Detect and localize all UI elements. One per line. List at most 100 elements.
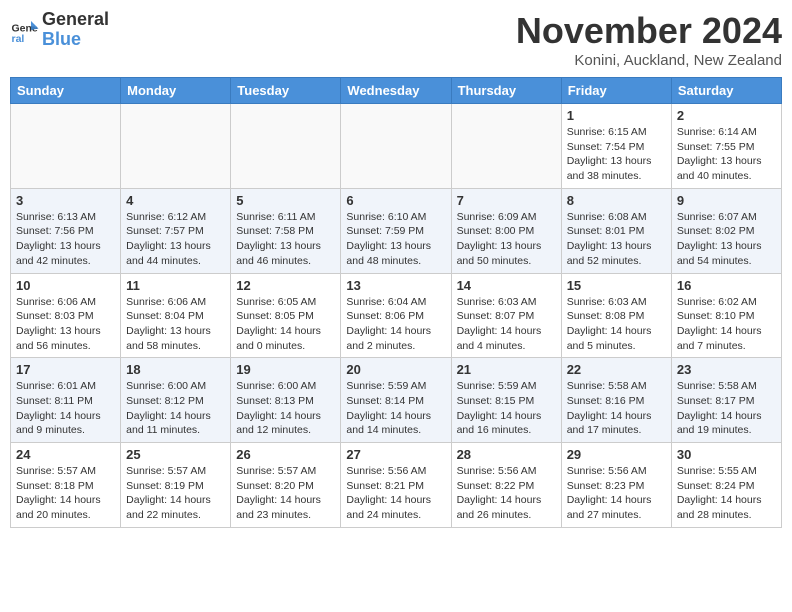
calendar-cell xyxy=(341,104,451,189)
day-info: Sunrise: 6:07 AMSunset: 8:02 PMDaylight:… xyxy=(677,210,776,269)
calendar-cell: 5 Sunrise: 6:11 AMSunset: 7:58 PMDaylight… xyxy=(231,188,341,273)
calendar-cell: 21Sunrise: 5:59 AMSunset: 8:15 PMDayligh… xyxy=(451,358,561,443)
day-info: Sunrise: 6:11 AMSunset: 7:58 PMDaylight:… xyxy=(236,210,335,269)
day-info: Sunrise: 6:13 AMSunset: 7:56 PMDaylight:… xyxy=(16,210,115,269)
col-header-friday: Friday xyxy=(561,78,671,104)
calendar-cell: 18Sunrise: 6:00 AMSunset: 8:12 PMDayligh… xyxy=(121,358,231,443)
calendar-cell: 7 Sunrise: 6:09 AMSunset: 8:00 PMDaylight… xyxy=(451,188,561,273)
day-info: Sunrise: 6:15 AMSunset: 7:54 PMDaylight:… xyxy=(567,125,666,184)
col-header-tuesday: Tuesday xyxy=(231,78,341,104)
col-header-sunday: Sunday xyxy=(11,78,121,104)
day-info: Sunrise: 6:05 AMSunset: 8:05 PMDaylight:… xyxy=(236,295,335,354)
day-number: 5 xyxy=(236,193,335,208)
day-number: 30 xyxy=(677,447,776,462)
calendar-header-row: SundayMondayTuesdayWednesdayThursdayFrid… xyxy=(11,78,782,104)
calendar-cell: 2 Sunrise: 6:14 AMSunset: 7:55 PMDaylight… xyxy=(671,104,781,189)
calendar-cell: 24 Sunrise: 5:57 AMSunset: 8:18 PMDayligh… xyxy=(11,443,121,528)
day-info: Sunrise: 5:58 AMSunset: 8:16 PMDaylight:… xyxy=(567,379,666,438)
day-number: 16 xyxy=(677,278,776,293)
svg-text:ral: ral xyxy=(12,33,25,45)
day-number: 26 xyxy=(236,447,335,462)
day-number: 18 xyxy=(126,362,225,377)
day-info: Sunrise: 6:10 AMSunset: 7:59 PMDaylight:… xyxy=(346,210,445,269)
day-number: 15 xyxy=(567,278,666,293)
day-info: Sunrise: 6:03 AMSunset: 8:07 PMDaylight:… xyxy=(457,295,556,354)
calendar-cell xyxy=(231,104,341,189)
calendar-cell: 16 Sunrise: 6:02 AMSunset: 8:10 PMDayligh… xyxy=(671,273,781,358)
calendar-cell: 19 Sunrise: 6:00 AMSunset: 8:13 PMDayligh… xyxy=(231,358,341,443)
day-info: Sunrise: 6:08 AMSunset: 8:01 PMDaylight:… xyxy=(567,210,666,269)
logo-general: General xyxy=(42,10,109,30)
day-number: 11 xyxy=(126,278,225,293)
day-info: Sunrise: 6:01 AMSunset: 8:11 PMDaylight:… xyxy=(16,379,115,438)
day-info: Sunrise: 6:03 AMSunset: 8:08 PMDaylight:… xyxy=(567,295,666,354)
day-info: Sunrise: 6:04 AMSunset: 8:06 PMDaylight:… xyxy=(346,295,445,354)
day-number: 12 xyxy=(236,278,335,293)
calendar-cell xyxy=(451,104,561,189)
calendar-cell: 25Sunrise: 5:57 AMSunset: 8:19 PMDayligh… xyxy=(121,443,231,528)
day-info: Sunrise: 5:56 AMSunset: 8:21 PMDaylight:… xyxy=(346,464,445,523)
day-info: Sunrise: 5:56 AMSunset: 8:23 PMDaylight:… xyxy=(567,464,666,523)
calendar-week-5: 24 Sunrise: 5:57 AMSunset: 8:18 PMDayligh… xyxy=(11,443,782,528)
col-header-thursday: Thursday xyxy=(451,78,561,104)
calendar-week-3: 10Sunrise: 6:06 AMSunset: 8:03 PMDayligh… xyxy=(11,273,782,358)
day-number: 13 xyxy=(346,278,445,293)
day-number: 25 xyxy=(126,447,225,462)
calendar-cell: 27 Sunrise: 5:56 AMSunset: 8:21 PMDayligh… xyxy=(341,443,451,528)
calendar-cell: 1 Sunrise: 6:15 AMSunset: 7:54 PMDaylight… xyxy=(561,104,671,189)
calendar-cell: 13 Sunrise: 6:04 AMSunset: 8:06 PMDayligh… xyxy=(341,273,451,358)
day-number: 23 xyxy=(677,362,776,377)
day-info: Sunrise: 6:14 AMSunset: 7:55 PMDaylight:… xyxy=(677,125,776,184)
month-title: November 2024 xyxy=(516,10,782,52)
day-info: Sunrise: 5:59 AMSunset: 8:14 PMDaylight:… xyxy=(346,379,445,438)
day-number: 19 xyxy=(236,362,335,377)
calendar-cell: 28Sunrise: 5:56 AMSunset: 8:22 PMDayligh… xyxy=(451,443,561,528)
calendar-week-1: 1 Sunrise: 6:15 AMSunset: 7:54 PMDaylight… xyxy=(11,104,782,189)
day-number: 21 xyxy=(457,362,556,377)
calendar-cell: 23Sunrise: 5:58 AMSunset: 8:17 PMDayligh… xyxy=(671,358,781,443)
col-header-wednesday: Wednesday xyxy=(341,78,451,104)
day-number: 3 xyxy=(16,193,115,208)
calendar-cell: 15 Sunrise: 6:03 AMSunset: 8:08 PMDayligh… xyxy=(561,273,671,358)
calendar-cell: 22Sunrise: 5:58 AMSunset: 8:16 PMDayligh… xyxy=(561,358,671,443)
day-number: 28 xyxy=(457,447,556,462)
logo-blue: Blue xyxy=(42,30,109,50)
calendar-cell: 9 Sunrise: 6:07 AMSunset: 8:02 PMDaylight… xyxy=(671,188,781,273)
logo: Gene ral General Blue xyxy=(10,10,109,50)
col-header-monday: Monday xyxy=(121,78,231,104)
day-number: 29 xyxy=(567,447,666,462)
calendar-cell: 17 Sunrise: 6:01 AMSunset: 8:11 PMDayligh… xyxy=(11,358,121,443)
calendar-cell: 3 Sunrise: 6:13 AMSunset: 7:56 PMDaylight… xyxy=(11,188,121,273)
day-number: 9 xyxy=(677,193,776,208)
day-number: 17 xyxy=(16,362,115,377)
day-number: 24 xyxy=(16,447,115,462)
day-number: 4 xyxy=(126,193,225,208)
calendar-cell: 26 Sunrise: 5:57 AMSunset: 8:20 PMDayligh… xyxy=(231,443,341,528)
logo-text: General Blue xyxy=(42,10,109,50)
day-info: Sunrise: 6:06 AMSunset: 8:03 PMDaylight:… xyxy=(16,295,115,354)
day-number: 14 xyxy=(457,278,556,293)
calendar-cell xyxy=(121,104,231,189)
day-info: Sunrise: 6:06 AMSunset: 8:04 PMDaylight:… xyxy=(126,295,225,354)
day-number: 1 xyxy=(567,108,666,123)
day-info: Sunrise: 5:55 AMSunset: 8:24 PMDaylight:… xyxy=(677,464,776,523)
title-block: November 2024 Konini, Auckland, New Zeal… xyxy=(516,10,782,69)
calendar-cell: 14 Sunrise: 6:03 AMSunset: 8:07 PMDayligh… xyxy=(451,273,561,358)
day-info: Sunrise: 6:02 AMSunset: 8:10 PMDaylight:… xyxy=(677,295,776,354)
day-number: 27 xyxy=(346,447,445,462)
calendar-week-4: 17 Sunrise: 6:01 AMSunset: 8:11 PMDayligh… xyxy=(11,358,782,443)
calendar-cell: 29 Sunrise: 5:56 AMSunset: 8:23 PMDayligh… xyxy=(561,443,671,528)
day-info: Sunrise: 6:09 AMSunset: 8:00 PMDaylight:… xyxy=(457,210,556,269)
day-info: Sunrise: 5:57 AMSunset: 8:20 PMDaylight:… xyxy=(236,464,335,523)
day-number: 2 xyxy=(677,108,776,123)
calendar-week-2: 3 Sunrise: 6:13 AMSunset: 7:56 PMDaylight… xyxy=(11,188,782,273)
day-number: 7 xyxy=(457,193,556,208)
logo-icon: Gene ral xyxy=(10,15,40,45)
calendar-cell: 30 Sunrise: 5:55 AMSunset: 8:24 PMDayligh… xyxy=(671,443,781,528)
day-info: Sunrise: 6:00 AMSunset: 8:13 PMDaylight:… xyxy=(236,379,335,438)
calendar-cell: 10Sunrise: 6:06 AMSunset: 8:03 PMDayligh… xyxy=(11,273,121,358)
day-info: Sunrise: 5:57 AMSunset: 8:18 PMDaylight:… xyxy=(16,464,115,523)
calendar-cell xyxy=(11,104,121,189)
day-number: 20 xyxy=(346,362,445,377)
day-number: 6 xyxy=(346,193,445,208)
